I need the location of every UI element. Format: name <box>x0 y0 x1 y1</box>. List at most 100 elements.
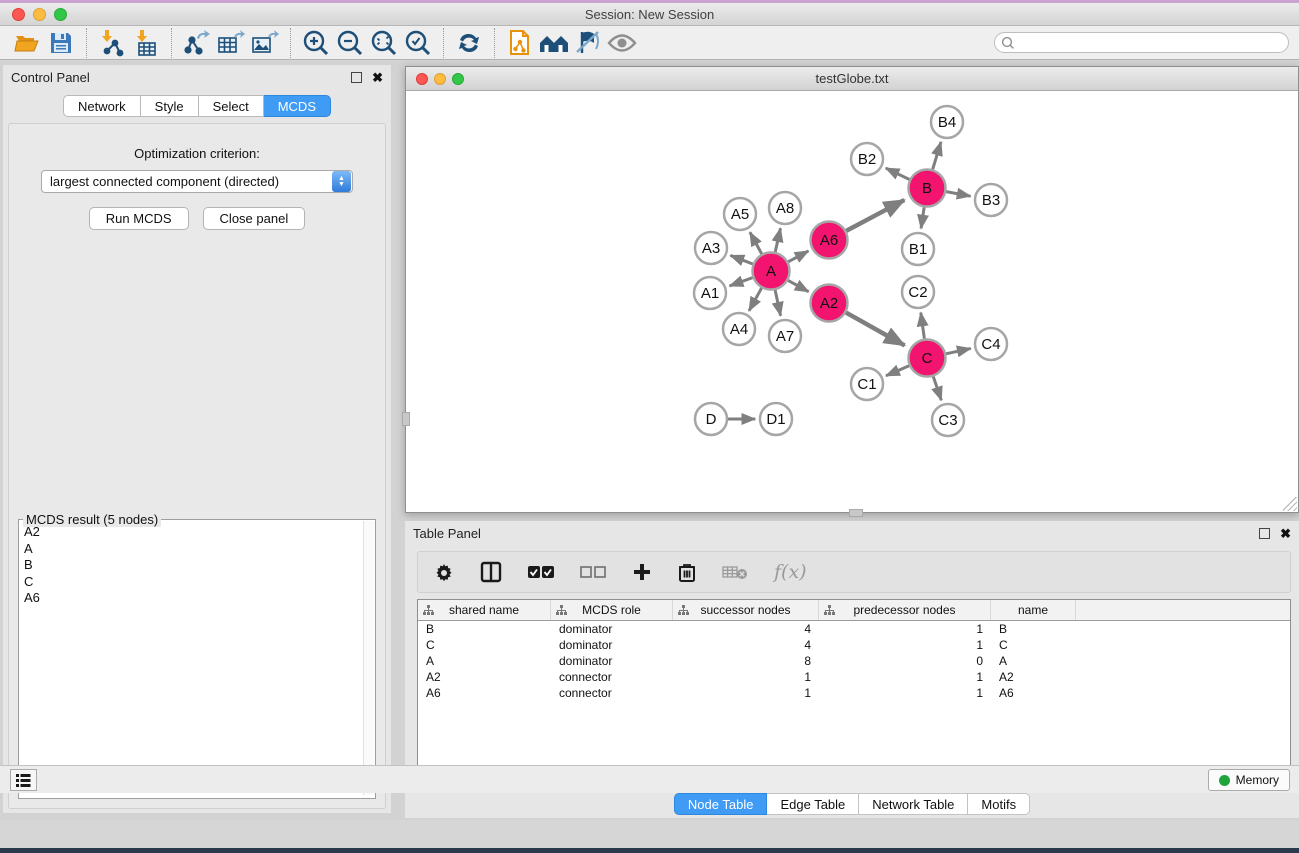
result-item[interactable]: B <box>20 557 364 574</box>
cell-shared-name[interactable]: A2 <box>418 669 551 685</box>
apply-layout-icon[interactable] <box>452 28 486 58</box>
search-input[interactable] <box>994 32 1289 53</box>
zoom-selected-icon[interactable] <box>401 28 435 58</box>
cell-MCDS-role[interactable]: connector <box>551 669 673 685</box>
cell-name[interactable]: B <box>991 621 1076 637</box>
graph-node-B3[interactable]: B3 <box>975 184 1007 216</box>
network-canvas[interactable]: B4B2BB3A5A8A6A3B1AA1C2A2A4A7C4CC1C3DD1 <box>406 91 1298 512</box>
unselect-all-columns-icon[interactable] <box>580 565 606 579</box>
graph-edge-A-A3[interactable] <box>730 255 752 264</box>
graph-node-A3[interactable]: A3 <box>695 232 727 264</box>
float-panel-icon[interactable] <box>351 72 362 83</box>
network-close-button[interactable] <box>416 73 428 85</box>
table-row[interactable]: Bdominator41B <box>418 621 1290 637</box>
tab-network[interactable]: Network <box>63 95 141 117</box>
graph-edge-A-A6[interactable] <box>788 251 808 262</box>
resize-grip-icon[interactable] <box>1283 497 1297 511</box>
graph-edge-A-A5[interactable] <box>750 232 762 254</box>
mcds-result-list[interactable]: A2ABCA6 <box>20 524 364 794</box>
close-table-panel-icon[interactable]: ✖ <box>1280 528 1291 539</box>
memory-button[interactable]: Memory <box>1208 769 1290 791</box>
tab-node-table[interactable]: Node Table <box>674 793 768 815</box>
close-panel-button[interactable]: Close panel <box>203 207 306 230</box>
column-header-predecessor-nodes[interactable]: predecessor nodes <box>819 600 991 620</box>
graph-edge-A-A8[interactable] <box>775 228 780 252</box>
cell-predecessor-nodes[interactable]: 1 <box>819 637 991 653</box>
network-zoom-button[interactable] <box>452 73 464 85</box>
table-row[interactable]: A6connector11A6 <box>418 685 1290 701</box>
import-network-icon[interactable] <box>95 28 129 58</box>
cell-name[interactable]: A2 <box>991 669 1076 685</box>
graph-node-B4[interactable]: B4 <box>931 106 963 138</box>
splitter-handle-horizontal[interactable] <box>849 509 863 517</box>
cell-MCDS-role[interactable]: dominator <box>551 621 673 637</box>
table-row[interactable]: Adominator80A <box>418 653 1290 669</box>
export-network-icon[interactable] <box>180 28 214 58</box>
cell-predecessor-nodes[interactable]: 1 <box>819 685 991 701</box>
graph-node-C2[interactable]: C2 <box>902 276 934 308</box>
cell-predecessor-nodes[interactable]: 1 <box>819 621 991 637</box>
graph-node-A1[interactable]: A1 <box>694 277 726 309</box>
cell-successor-nodes[interactable]: 4 <box>673 637 819 653</box>
cell-MCDS-role[interactable]: dominator <box>551 637 673 653</box>
cell-predecessor-nodes[interactable]: 0 <box>819 653 991 669</box>
tab-mcds[interactable]: MCDS <box>264 95 331 117</box>
float-table-panel-icon[interactable] <box>1259 528 1270 539</box>
graph-edge-B-B3[interactable] <box>946 192 970 197</box>
cell-successor-nodes[interactable]: 8 <box>673 653 819 669</box>
cell-shared-name[interactable]: B <box>418 621 551 637</box>
graph-edge-A-A4[interactable] <box>749 288 762 311</box>
graph-node-D1[interactable]: D1 <box>760 403 792 435</box>
cell-name[interactable]: A <box>991 653 1076 669</box>
select-all-columns-icon[interactable] <box>528 565 554 579</box>
column-header-MCDS-role[interactable]: MCDS role <box>551 600 673 620</box>
close-panel-icon[interactable]: ✖ <box>372 72 383 83</box>
graph-edge-A-A7[interactable] <box>775 290 781 316</box>
tab-motifs[interactable]: Motifs <box>968 793 1030 815</box>
column-header-name[interactable]: name <box>991 600 1076 620</box>
tab-select[interactable]: Select <box>199 95 264 117</box>
create-column-icon[interactable] <box>632 562 652 582</box>
graph-node-A7[interactable]: A7 <box>769 320 801 352</box>
result-item[interactable]: A2 <box>20 524 364 541</box>
cell-name[interactable]: A6 <box>991 685 1076 701</box>
graph-node-B2[interactable]: B2 <box>851 143 883 175</box>
delete-table-icon[interactable] <box>722 564 748 580</box>
export-table-icon[interactable] <box>214 28 248 58</box>
graph-edge-C-C2[interactable] <box>921 313 925 339</box>
graph-edge-B-B4[interactable] <box>933 142 941 169</box>
split-columns-icon[interactable] <box>480 561 502 583</box>
graph-node-B1[interactable]: B1 <box>902 233 934 265</box>
delete-columns-icon[interactable] <box>678 562 696 583</box>
task-history-button[interactable] <box>10 769 37 791</box>
result-item[interactable]: C <box>20 574 364 591</box>
graph-node-A2[interactable]: A2 <box>811 285 848 322</box>
table-row[interactable]: A2connector11A2 <box>418 669 1290 685</box>
tab-style[interactable]: Style <box>141 95 199 117</box>
new-network-from-selection-icon[interactable] <box>503 28 537 58</box>
graph-node-C4[interactable]: C4 <box>975 328 1007 360</box>
zoom-fit-icon[interactable] <box>367 28 401 58</box>
graph-node-D[interactable]: D <box>695 403 727 435</box>
cell-MCDS-role[interactable]: connector <box>551 685 673 701</box>
cell-shared-name[interactable]: A6 <box>418 685 551 701</box>
result-item[interactable]: A <box>20 541 364 558</box>
cell-predecessor-nodes[interactable]: 1 <box>819 669 991 685</box>
zoom-out-icon[interactable] <box>333 28 367 58</box>
cell-successor-nodes[interactable]: 1 <box>673 685 819 701</box>
settings-gear-icon[interactable] <box>434 562 454 582</box>
result-scrollbar[interactable] <box>363 521 374 795</box>
cell-successor-nodes[interactable]: 4 <box>673 621 819 637</box>
graph-edge-A-A1[interactable] <box>730 278 753 286</box>
close-window-button[interactable] <box>12 8 25 21</box>
graph-node-C3[interactable]: C3 <box>932 404 964 436</box>
column-header-successor-nodes[interactable]: successor nodes <box>673 600 819 620</box>
cell-MCDS-role[interactable]: dominator <box>551 653 673 669</box>
export-image-icon[interactable] <box>248 28 282 58</box>
save-session-icon[interactable] <box>44 28 78 58</box>
graph-edge-C-C4[interactable] <box>946 348 971 353</box>
graph-node-A6[interactable]: A6 <box>811 222 848 259</box>
zoom-window-button[interactable] <box>54 8 67 21</box>
table-row[interactable]: Cdominator41C <box>418 637 1290 653</box>
graph-node-A[interactable]: A <box>753 253 790 290</box>
